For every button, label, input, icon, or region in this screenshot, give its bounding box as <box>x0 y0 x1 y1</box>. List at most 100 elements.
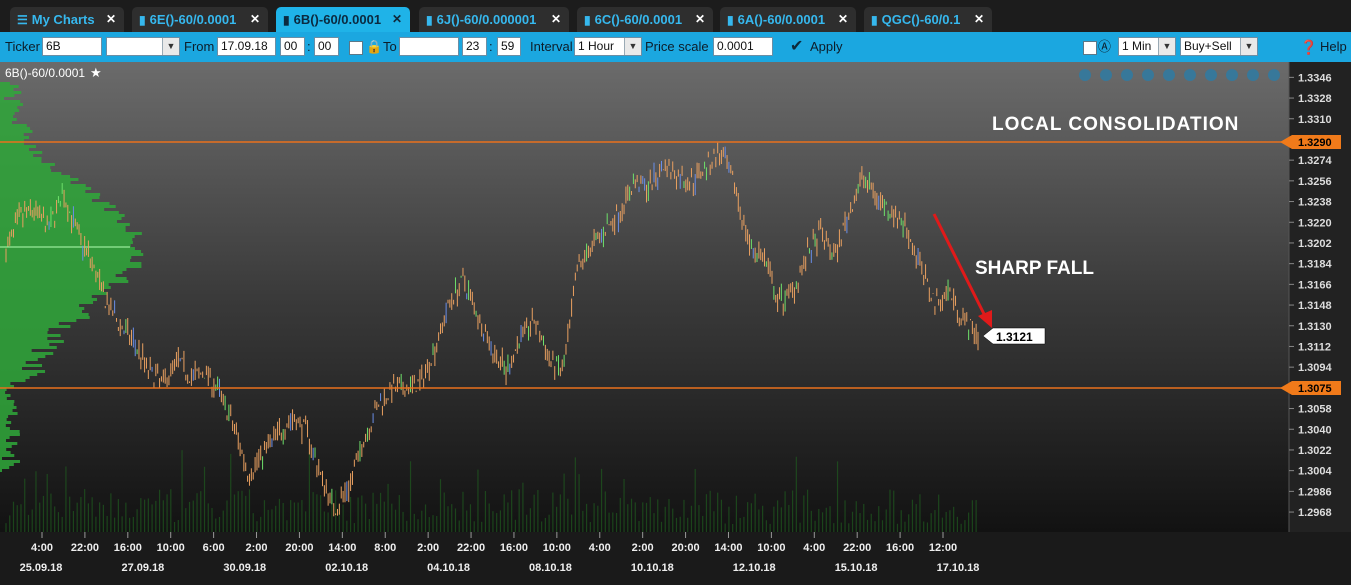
tab-6c[interactable]: ▮ 6C()-60/0.0001 ✕ <box>577 7 713 32</box>
settings-icon[interactable] <box>1205 69 1217 81</box>
volume-profile-bar <box>0 160 42 163</box>
tab-6a[interactable]: ▮ 6A()-60/0.0001 ✕ <box>720 7 856 32</box>
star-icon[interactable]: ★ <box>90 65 102 80</box>
refresh-icon[interactable] <box>1184 69 1196 81</box>
date-label: 08.10.18 <box>529 562 572 574</box>
check-circle-icon[interactable]: ✔ <box>790 32 803 62</box>
time-tick-label: 8:00 <box>374 542 396 554</box>
close-icon[interactable]: ✕ <box>106 12 116 26</box>
volume-profile-bar <box>0 445 12 448</box>
price-scale-input[interactable]: 0.0001 <box>713 37 773 56</box>
volume-profile-bar <box>0 307 85 310</box>
chevron-down-icon[interactable] <box>1268 69 1280 81</box>
close-icon[interactable]: ✕ <box>974 12 984 26</box>
price-tick-label: 1.3040 <box>1298 424 1332 436</box>
from-date-input[interactable]: 17.09.18 <box>217 37 276 56</box>
auto-checkbox[interactable] <box>1083 41 1097 55</box>
time-tick-label: 22:00 <box>843 542 871 554</box>
to-hour-input[interactable]: 23 <box>462 37 487 56</box>
time-tick-label: 14:00 <box>328 542 356 554</box>
volume-profile-bar <box>0 169 52 172</box>
price-tick-label: 1.3256 <box>1298 176 1332 188</box>
ticker-dropdown[interactable]: ▼ <box>106 37 180 56</box>
volume-profile-bar <box>0 265 142 268</box>
tab-my-charts[interactable]: ☰ My Charts ✕ <box>10 7 124 32</box>
volume-profile-bar <box>0 259 131 262</box>
time-tick-label: 4:00 <box>589 542 611 554</box>
zoom-reset-icon[interactable] <box>1079 69 1091 81</box>
tab-qgc[interactable]: ▮ QGC()-60/0.1 ✕ <box>864 7 992 32</box>
timeframe-select[interactable]: 1 Min ▼ <box>1118 37 1176 56</box>
time-separator: : <box>489 39 493 54</box>
date-label: 27.09.18 <box>121 562 164 574</box>
volume-profile-bar <box>0 394 11 397</box>
volume-profile-bar <box>0 199 92 202</box>
grid-icon[interactable] <box>1142 69 1154 81</box>
volume-profile-bar <box>0 109 20 112</box>
to-date-input[interactable] <box>399 37 459 56</box>
volume-profile-bar <box>0 286 111 289</box>
volume-profile-bar <box>0 406 17 409</box>
volume-profile-bar <box>0 226 126 229</box>
timeframe-value: 1 Min <box>1122 39 1152 53</box>
close-icon[interactable]: ✕ <box>695 12 705 26</box>
help-icon[interactable]: ❓ <box>1300 32 1317 62</box>
time-separator: : <box>307 39 311 54</box>
volume-profile-bar <box>0 436 10 439</box>
time-tick-label: 16:00 <box>886 542 914 554</box>
tab-6b[interactable]: ▮ 6B()-60/0.0001 ✕ <box>276 7 410 32</box>
volume-profile-bar <box>0 352 54 355</box>
date-label: 10.10.18 <box>631 562 674 574</box>
to-minute-input[interactable]: 59 <box>497 37 521 56</box>
mode-select[interactable]: Buy+Sell ▼ <box>1180 37 1258 56</box>
volume-profile-bar <box>0 91 22 94</box>
close-chart-icon[interactable] <box>1247 69 1259 81</box>
chart-bars-icon: ▮ <box>727 12 734 27</box>
volume-profile-bar <box>0 466 10 469</box>
volume-profile-bar <box>0 451 11 454</box>
volume-profile-bar <box>0 301 94 304</box>
volume-profile-bar <box>0 151 43 154</box>
close-icon[interactable]: ✕ <box>838 12 848 26</box>
zoom-out-icon[interactable] <box>1121 69 1133 81</box>
time-tick-label: 22:00 <box>71 542 99 554</box>
volume-profile-bar <box>0 370 46 373</box>
price-tick-label: 1.3310 <box>1298 114 1332 126</box>
apply-button[interactable]: Apply <box>810 32 843 62</box>
volume-profile-bar <box>0 256 132 259</box>
volume-profile-bar <box>0 190 86 193</box>
chart-area[interactable]: 1.3346 1.3328 1.3310 1.3274 1.3256 1.3238 1.32… <box>0 62 1351 580</box>
time-tick-label: 16:00 <box>500 542 528 554</box>
volume-profile-bar <box>0 292 107 295</box>
volume-profile-bar <box>0 205 116 208</box>
price-tick-label: 1.3220 <box>1298 217 1332 229</box>
help-link[interactable]: Help <box>1320 32 1347 62</box>
close-icon[interactable]: ✕ <box>392 12 402 26</box>
interval-select[interactable]: 1 Hour ▼ <box>574 37 642 56</box>
expand-icon[interactable] <box>1226 69 1238 81</box>
tab-6e[interactable]: ▮ 6E()-60/0.0001 ✕ <box>132 7 268 32</box>
from-minute-input[interactable]: 00 <box>314 37 339 56</box>
ticker-input[interactable]: 6B <box>42 37 102 56</box>
from-hour-input[interactable]: 00 <box>280 37 305 56</box>
price-chart[interactable]: 1.3346 1.3328 1.3310 1.3274 1.3256 1.3238 1.32… <box>0 62 1351 580</box>
volume-profile-bar <box>0 97 5 100</box>
time-tick-label: 10:00 <box>757 542 785 554</box>
ticker-label: Ticker <box>5 39 40 54</box>
tab-6j[interactable]: ▮ 6J()-60/0.000001 ✕ <box>419 7 569 32</box>
lock-checkbox[interactable] <box>349 41 363 55</box>
time-tick-label: 14:00 <box>714 542 742 554</box>
volume-profile-bar <box>0 415 9 418</box>
price-tick-label: 1.2968 <box>1298 507 1332 519</box>
close-icon[interactable]: ✕ <box>250 12 260 26</box>
zoom-in-icon[interactable] <box>1100 69 1112 81</box>
sharp-fall-annotation: SHARP FALL <box>975 258 1094 279</box>
price-tick-label: 1.3346 <box>1298 72 1332 84</box>
chart-bars-icon: ▮ <box>871 12 878 27</box>
auto-scale-icon[interactable]: Ⓐ <box>1098 32 1111 62</box>
volume-profile-bar <box>0 253 144 256</box>
close-icon[interactable]: ✕ <box>551 12 561 26</box>
layers-icon[interactable] <box>1163 69 1175 81</box>
volume-profile-bar <box>0 157 42 160</box>
chevron-down-icon: ▼ <box>1240 38 1257 55</box>
